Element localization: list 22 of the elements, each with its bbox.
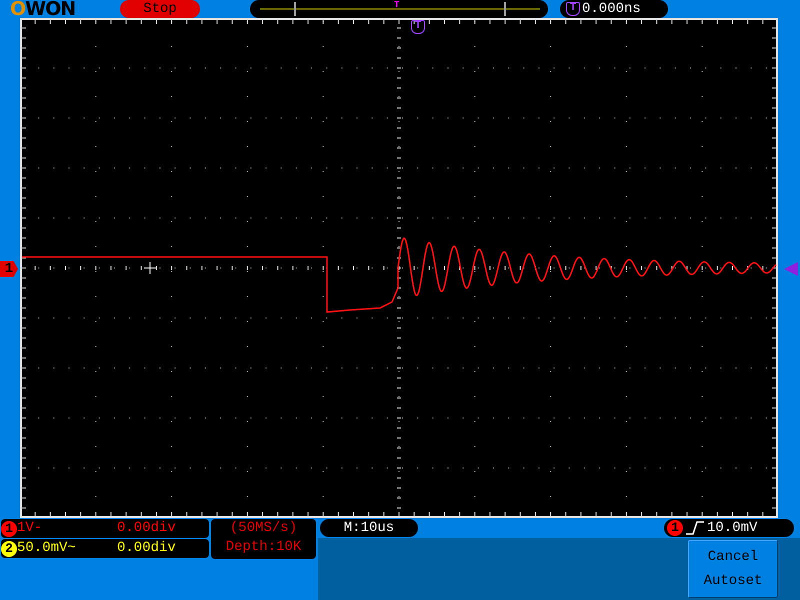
run-state-indicator: Stop <box>120 0 200 18</box>
brand-logo: OWON <box>9 0 76 18</box>
timebase-readout: M:10us <box>320 519 418 537</box>
softkey-button[interactable]: Cancel Autoset <box>688 540 778 598</box>
channel-marker: 1 <box>0 261 18 277</box>
channel-scale: 50.0mV~ <box>17 539 77 558</box>
trigger-badge: T <box>566 2 580 16</box>
trigger-level-value: 10.0mV <box>707 519 758 537</box>
trigger-badge: T <box>411 20 425 34</box>
sample-rate: (50MS/s) <box>228 519 298 538</box>
crosshair-icon <box>144 262 156 274</box>
trigger-source-badge: 1 <box>667 520 683 536</box>
channel-offset: 0.00div <box>117 539 176 558</box>
trigger-time-value: 0.000ns <box>582 0 641 18</box>
channel-offset: 0.00div <box>117 519 176 538</box>
channel-badge: 1 <box>1 520 17 536</box>
memory-depth: Depth:10K <box>224 538 302 557</box>
channel-scale: 1V- <box>17 519 44 538</box>
trigger-marker: T <box>394 0 400 10</box>
trigger-level-icon <box>784 262 798 276</box>
rising-edge-icon <box>686 521 704 535</box>
channel-badge: 2 <box>1 540 17 556</box>
